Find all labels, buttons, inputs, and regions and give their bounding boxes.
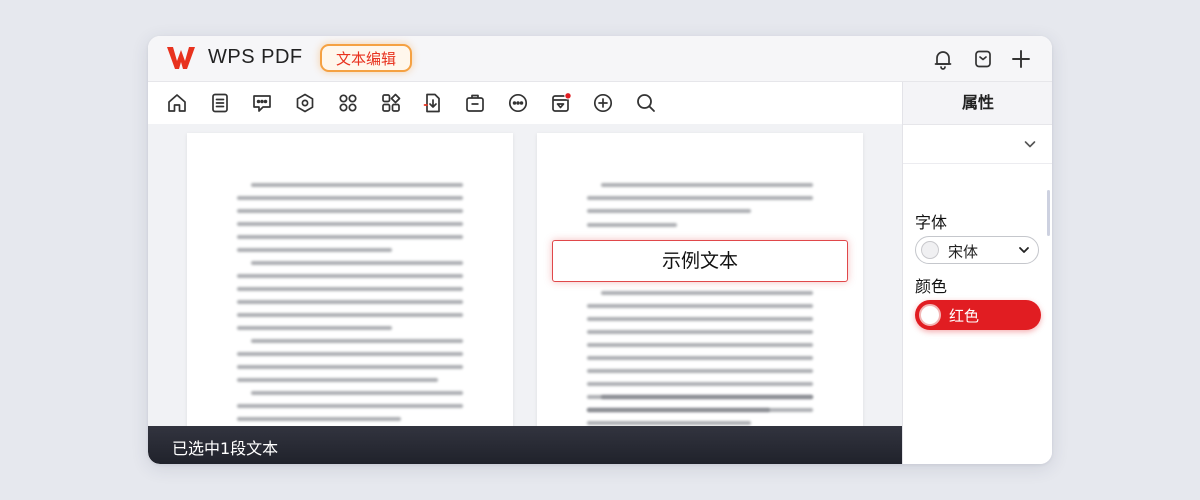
blurred-text-line	[601, 291, 813, 295]
clipboard-icon[interactable]	[972, 48, 994, 70]
blurred-text-line	[237, 300, 463, 304]
color-label: 颜色	[915, 277, 948, 296]
title-bar: WPS PDF 文本编辑	[148, 36, 1052, 82]
font-value: 宋体	[948, 243, 979, 261]
blurred-text-line	[587, 421, 751, 425]
bell-icon[interactable]	[932, 48, 954, 70]
blurred-text-line	[587, 369, 813, 373]
blurred-text-line	[237, 404, 463, 408]
grid-icon[interactable]	[337, 92, 359, 114]
app-name: WPS PDF	[208, 46, 303, 68]
properties-panel: 属性 字体 宋体 颜色 红色	[902, 82, 1052, 464]
blurred-text-line	[237, 352, 463, 356]
blurred-text-line	[237, 378, 438, 382]
app-window: WPS PDF 文本编辑 示例文本 已选中1段文本 属性 字体 宋体 颜色 红色	[148, 36, 1052, 464]
selected-text-box[interactable]: 示例文本	[552, 240, 848, 282]
blurred-text-line	[587, 209, 751, 213]
blurred-text-line	[237, 326, 392, 330]
font-swatch	[921, 241, 939, 259]
blurred-text-line	[587, 408, 813, 412]
blurred-text-line	[587, 382, 813, 386]
blurred-text-line	[587, 317, 813, 321]
font-label: 字体	[915, 213, 948, 232]
apps-icon[interactable]	[380, 92, 402, 114]
blurred-text-line	[587, 304, 813, 308]
wps-logo-icon	[167, 47, 195, 69]
chevron-down-icon[interactable]	[1023, 137, 1037, 151]
blurred-text-line	[587, 356, 813, 360]
chevron-down-icon	[1019, 247, 1029, 253]
comment-icon[interactable]	[251, 92, 273, 114]
pdf-page-right	[537, 133, 863, 433]
briefcase-icon[interactable]	[464, 92, 486, 114]
blurred-text-line	[237, 313, 463, 317]
blurred-text-line	[237, 287, 463, 291]
export-icon[interactable]	[422, 92, 444, 114]
blurred-text-line	[251, 391, 463, 395]
search-icon[interactable]	[635, 92, 657, 114]
blurred-text-line	[251, 261, 463, 265]
blurred-text-line	[237, 274, 463, 278]
panel-scrollbar[interactable]	[1047, 190, 1050, 236]
font-select[interactable]: 宋体	[915, 236, 1039, 264]
color-value: 红色	[949, 307, 980, 325]
calendar-icon[interactable]	[550, 92, 572, 114]
panel-collapse-row[interactable]	[903, 125, 1052, 164]
blurred-text-line	[601, 183, 813, 187]
blurred-text-line	[237, 196, 463, 200]
status-bar: 已选中1段文本	[148, 426, 902, 464]
status-text: 已选中1段文本	[172, 439, 279, 458]
plus-icon[interactable]	[1010, 48, 1032, 70]
add-circle-icon[interactable]	[592, 92, 614, 114]
home-icon[interactable]	[166, 92, 188, 114]
blurred-text-line	[237, 222, 463, 226]
shape-icon[interactable]	[294, 92, 316, 114]
blurred-text-line	[601, 395, 813, 399]
color-swatch	[919, 304, 941, 326]
blurred-text-line	[587, 223, 677, 227]
blurred-text-line	[237, 365, 463, 369]
blurred-text-line	[587, 343, 813, 347]
blurred-text-line	[251, 339, 463, 343]
blurred-text-line	[251, 183, 463, 187]
blurred-text-line	[237, 209, 463, 213]
blurred-text-line	[237, 235, 463, 239]
document-icon[interactable]	[209, 92, 231, 114]
main-toolbar	[148, 82, 902, 125]
blurred-text-line	[237, 417, 401, 421]
color-select[interactable]: 红色	[915, 300, 1041, 330]
text-edit-mode-badge[interactable]: 文本编辑	[320, 44, 413, 72]
blurred-text-line	[587, 196, 813, 200]
blurred-text-line	[587, 330, 813, 334]
blurred-text-line	[237, 248, 392, 252]
chat-icon[interactable]	[507, 92, 529, 114]
panel-title: 属性	[903, 82, 1052, 125]
document-canvas[interactable]: 示例文本	[148, 124, 902, 464]
pdf-page-left	[187, 133, 513, 433]
